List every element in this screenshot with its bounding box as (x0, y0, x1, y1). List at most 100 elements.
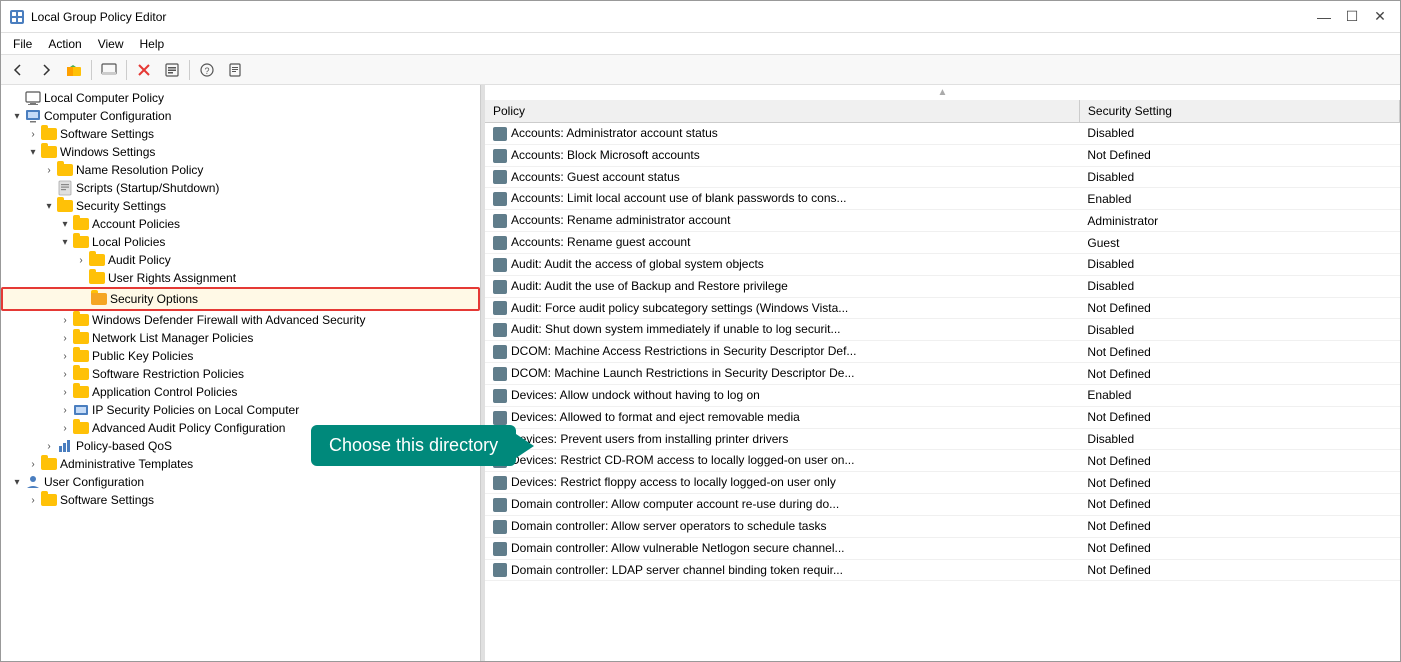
folder-security-settings-icon (57, 198, 73, 214)
tree-item-account-policies[interactable]: ▾ Account Policies (1, 215, 480, 233)
tree-item-user-rights[interactable]: User Rights Assignment (1, 269, 480, 287)
policy-setting: Administrator (1079, 210, 1399, 232)
policy-name: DCOM: Machine Access Restrictions in Sec… (485, 341, 1079, 363)
scroll-up-indicator: ▲ (485, 85, 1400, 100)
expand-user-config[interactable]: ▾ (9, 477, 25, 488)
maximize-button[interactable]: ☐ (1340, 7, 1364, 27)
policy-setting: Guest (1079, 232, 1399, 254)
menu-view[interactable]: View (90, 35, 132, 53)
help-icon: ? (199, 62, 215, 78)
menu-action[interactable]: Action (40, 35, 89, 53)
minimize-button[interactable]: — (1312, 7, 1336, 27)
policy-name: Audit: Audit the use of Backup and Resto… (485, 275, 1079, 297)
col-security-setting[interactable]: Security Setting (1079, 100, 1399, 123)
table-row[interactable]: Devices: Restrict CD-ROM access to local… (485, 450, 1400, 472)
table-row[interactable]: Accounts: Guest account statusDisabled (485, 166, 1400, 188)
expand-network-list[interactable]: › (57, 333, 73, 344)
tree-item-audit-policy[interactable]: › Audit Policy (1, 251, 480, 269)
tree-item-app-control[interactable]: › Application Control Policies (1, 383, 480, 401)
help-button[interactable]: ? (194, 58, 220, 82)
expand-user-software[interactable]: › (25, 495, 41, 506)
table-row[interactable]: Devices: Allowed to format and eject rem… (485, 406, 1400, 428)
tree-item-user-config[interactable]: ▾ User Configuration (1, 473, 480, 491)
tree-item-computer-config[interactable]: ▾ Computer Configuration (1, 107, 480, 125)
forward-button[interactable] (33, 58, 59, 82)
tree-item-scripts[interactable]: Scripts (Startup/Shutdown) (1, 179, 480, 197)
expand-windows-settings[interactable]: ▾ (25, 147, 41, 158)
folder-windows-settings-icon (41, 144, 57, 160)
tree-label-ip-security: IP Security Policies on Local Computer (92, 403, 299, 417)
policy-setting: Not Defined (1079, 341, 1399, 363)
tree-item-software-restriction[interactable]: › Software Restriction Policies (1, 365, 480, 383)
policy-setting: Disabled (1079, 428, 1399, 450)
table-row[interactable]: Domain controller: Allow vulnerable Netl… (485, 537, 1400, 559)
policy-name: Domain controller: Allow server operator… (485, 515, 1079, 537)
expand-account-policies[interactable]: ▾ (57, 219, 73, 230)
table-row[interactable]: Accounts: Administrator account statusDi… (485, 123, 1400, 145)
tree-item-user-software[interactable]: › Software Settings (1, 491, 480, 509)
menu-file[interactable]: File (5, 35, 40, 53)
properties-button[interactable] (159, 58, 185, 82)
tree-label-user-config: User Configuration (44, 475, 144, 489)
tree-item-ip-security[interactable]: › IP Security Policies on Local Computer (1, 401, 480, 419)
tree-item-windows-firewall[interactable]: › Windows Defender Firewall with Advance… (1, 311, 480, 329)
expand-advanced-audit[interactable]: › (57, 423, 73, 434)
table-row[interactable]: Domain controller: Allow computer accoun… (485, 494, 1400, 516)
table-row[interactable]: DCOM: Machine Access Restrictions in Sec… (485, 341, 1400, 363)
show-hide-button[interactable] (96, 58, 122, 82)
close-button[interactable]: ✕ (1368, 7, 1392, 27)
table-row[interactable]: Domain controller: LDAP server channel b… (485, 559, 1400, 581)
tree-item-name-resolution[interactable]: › Name Resolution Policy (1, 161, 480, 179)
expand-ip-security[interactable]: › (57, 405, 73, 416)
main-window: Local Group Policy Editor — ☐ ✕ File Act… (0, 0, 1401, 662)
tree-item-network-list[interactable]: › Network List Manager Policies (1, 329, 480, 347)
policy-setting: Disabled (1079, 123, 1399, 145)
table-row[interactable]: DCOM: Machine Launch Restrictions in Sec… (485, 363, 1400, 385)
expand-computer-config[interactable]: ▾ (9, 111, 25, 122)
scripts-icon (57, 180, 73, 196)
up-button[interactable] (61, 58, 87, 82)
table-row[interactable]: Devices: Allow undock without having to … (485, 384, 1400, 406)
expand-local-policies[interactable]: ▾ (57, 237, 73, 248)
expand-software-restriction[interactable]: › (57, 369, 73, 380)
table-row[interactable]: Accounts: Rename guest accountGuest (485, 232, 1400, 254)
tree-item-software-settings[interactable]: › Software Settings (1, 125, 480, 143)
expand-app-control[interactable]: › (57, 387, 73, 398)
tree-item-root[interactable]: Local Computer Policy (1, 89, 480, 107)
table-row[interactable]: Audit: Audit the access of global system… (485, 253, 1400, 275)
expand-admin-templates[interactable]: › (25, 459, 41, 470)
expand-security-settings[interactable]: ▾ (41, 201, 57, 212)
tree-item-local-policies[interactable]: ▾ Local Policies (1, 233, 480, 251)
menu-help[interactable]: Help (132, 35, 173, 53)
tree-item-public-key[interactable]: › Public Key Policies (1, 347, 480, 365)
table-row[interactable]: Devices: Restrict floppy access to local… (485, 472, 1400, 494)
table-row[interactable]: Accounts: Rename administrator accountAd… (485, 210, 1400, 232)
back-button[interactable] (5, 58, 31, 82)
tree-item-security-options[interactable]: Security Options (1, 287, 480, 311)
table-row[interactable]: Audit: Shut down system immediately if u… (485, 319, 1400, 341)
table-row[interactable]: Audit: Force audit policy subcategory se… (485, 297, 1400, 319)
tree-item-security-settings[interactable]: ▾ Security Settings (1, 197, 480, 215)
callout-tooltip: Choose this directory (311, 425, 516, 466)
policy-name: DCOM: Machine Launch Restrictions in Sec… (485, 363, 1079, 385)
expand-public-key[interactable]: › (57, 351, 73, 362)
expand-audit-policy[interactable]: › (73, 255, 89, 266)
table-row[interactable]: Devices: Prevent users from installing p… (485, 428, 1400, 450)
folder-admin-templates-icon (41, 456, 57, 472)
col-policy[interactable]: Policy (485, 100, 1079, 123)
table-row[interactable]: Audit: Audit the use of Backup and Resto… (485, 275, 1400, 297)
table-row[interactable]: Domain controller: Allow server operator… (485, 515, 1400, 537)
expand-software-settings[interactable]: › (25, 129, 41, 140)
expand-name-resolution[interactable]: › (41, 165, 57, 176)
back-icon (11, 63, 25, 77)
folder-user-rights-icon (89, 270, 105, 286)
expand-policy-qos[interactable]: › (41, 441, 57, 452)
export-button[interactable] (222, 58, 248, 82)
toolbar: ? (1, 55, 1400, 85)
delete-button[interactable] (131, 58, 157, 82)
right-panel: ▲ Policy Security Setting Accounts: Admi… (485, 85, 1400, 661)
tree-item-windows-settings[interactable]: ▾ Windows Settings (1, 143, 480, 161)
expand-windows-firewall[interactable]: › (57, 315, 73, 326)
table-row[interactable]: Accounts: Block Microsoft accountsNot De… (485, 144, 1400, 166)
table-row[interactable]: Accounts: Limit local account use of bla… (485, 188, 1400, 210)
